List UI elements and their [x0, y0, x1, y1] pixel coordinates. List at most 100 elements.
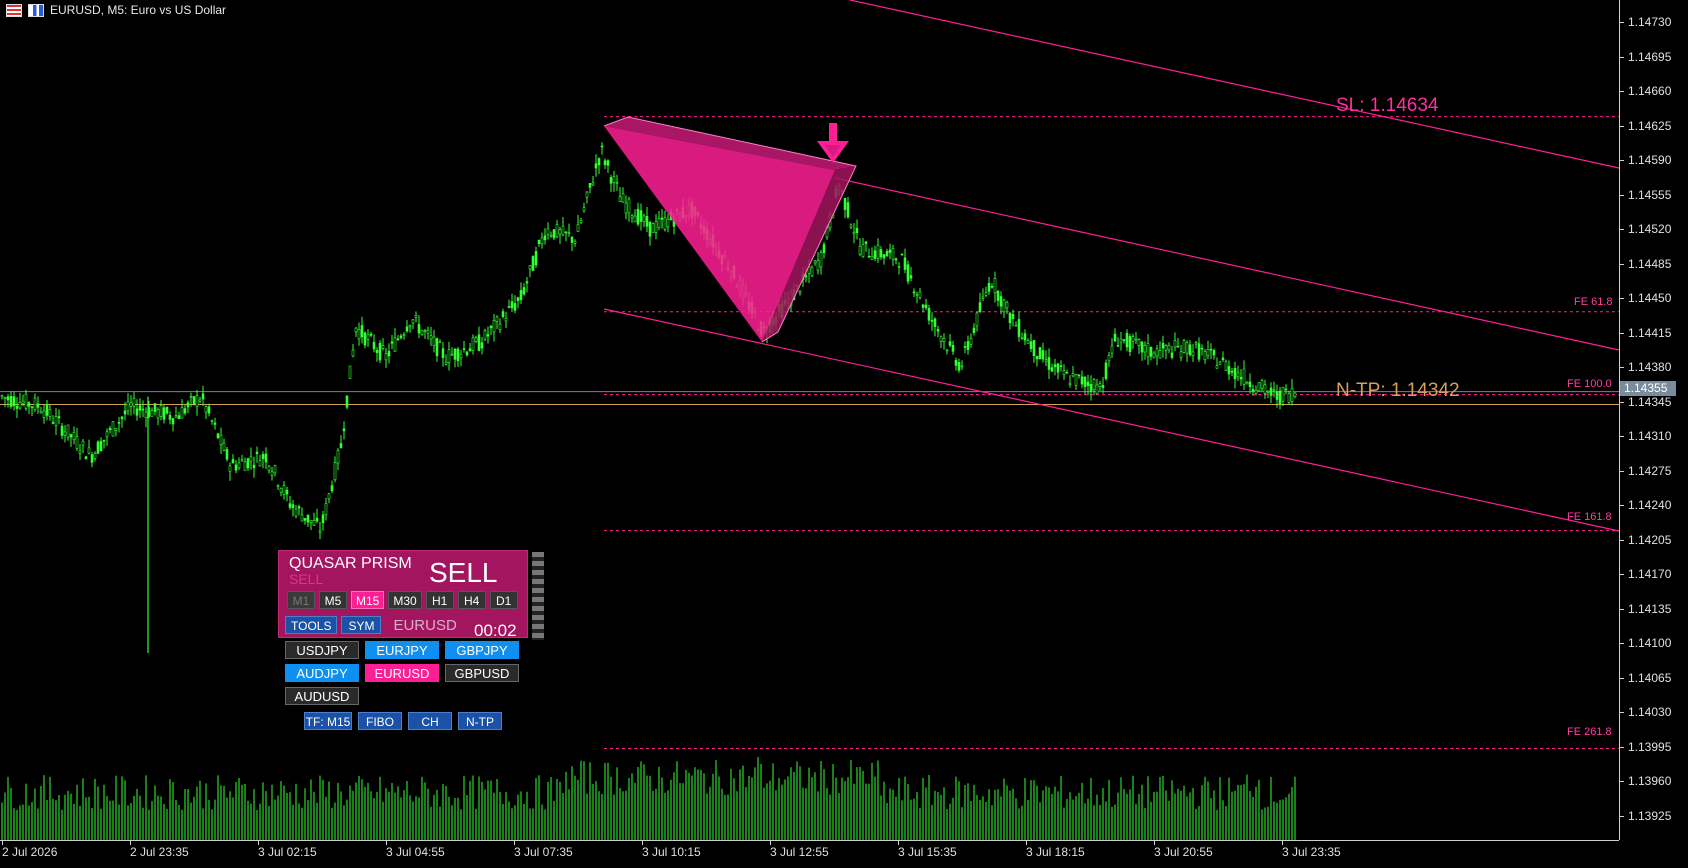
- candle-body: [96, 441, 100, 454]
- candle-body: [879, 249, 883, 258]
- price-label: 1.14030: [1628, 705, 1672, 719]
- time-axis[interactable]: [0, 840, 1619, 841]
- symbol-button-eurusd[interactable]: EURUSD: [365, 664, 439, 682]
- candle-body: [429, 335, 433, 340]
- candle-body: [105, 431, 109, 438]
- time-label: 3 Jul 23:35: [1282, 845, 1341, 859]
- chart-window-icon[interactable]: [28, 3, 44, 17]
- candle-body: [354, 327, 358, 333]
- price-tick: [1619, 91, 1624, 92]
- price-label: 1.14135: [1628, 601, 1672, 616]
- candle-body: [615, 182, 619, 184]
- candle-body: [111, 421, 115, 437]
- candle-body: [999, 296, 1003, 307]
- candle-body: [495, 316, 499, 322]
- price-label: 1.14275: [1628, 463, 1672, 478]
- time-label: 2 Jul 2026: [2, 845, 58, 859]
- candle-body: [900, 253, 904, 256]
- candle-body: [501, 311, 505, 318]
- candle-body: [1290, 387, 1294, 402]
- candle-body: [243, 461, 247, 471]
- candle-body: [1206, 348, 1210, 356]
- candle-body: [1281, 387, 1285, 402]
- candle-body: [621, 193, 625, 203]
- candle-body: [456, 348, 460, 362]
- candle-body: [342, 428, 346, 432]
- candle-body: [270, 471, 274, 476]
- candle-body: [156, 409, 160, 419]
- candle-body: [1176, 345, 1180, 348]
- panel-signal: SELL: [429, 557, 498, 588]
- candle-body: [294, 508, 298, 517]
- candle-body: [1221, 357, 1225, 360]
- candle-body: [6, 396, 10, 401]
- candle-body: [66, 424, 70, 438]
- candle-body: [531, 256, 535, 271]
- candle-body: [216, 433, 220, 439]
- candle-body: [612, 176, 616, 183]
- tool-button-n-tp[interactable]: N-TP: [458, 712, 502, 730]
- symbol-button-audusd[interactable]: AUDUSD: [285, 687, 359, 705]
- candle-body: [858, 245, 862, 255]
- candle-body: [1227, 366, 1231, 375]
- candle-body: [84, 456, 88, 460]
- tool-button-tf-m15[interactable]: TF: M15: [304, 712, 352, 730]
- timeframe-button-m15[interactable]: M15: [351, 591, 385, 609]
- candle-body: [27, 402, 31, 407]
- candle-body: [1260, 379, 1264, 389]
- price-label: 1.14485: [1628, 256, 1672, 271]
- candle-body: [561, 225, 565, 236]
- candle-body: [537, 240, 541, 245]
- candle-body: [1044, 359, 1048, 362]
- candle-body: [369, 333, 373, 336]
- symbol-button-gbpjpy[interactable]: GBPJPY: [445, 641, 519, 659]
- symbol-button-audjpy[interactable]: AUDJPY: [285, 664, 359, 682]
- candle-body: [567, 232, 571, 234]
- candle-body: [489, 325, 493, 329]
- candle-body: [201, 393, 205, 400]
- candle-body: [924, 304, 928, 309]
- candle-body: [426, 329, 430, 334]
- price-label: 1.13995: [1628, 739, 1672, 754]
- candle-body: [30, 406, 34, 409]
- candle-body: [207, 406, 211, 414]
- candle-body: [54, 416, 58, 426]
- timeframe-button-m1[interactable]: M1: [287, 591, 315, 609]
- candle-body: [519, 290, 523, 301]
- candle-body: [516, 297, 520, 301]
- timeframe-button-h4[interactable]: H4: [457, 591, 486, 609]
- candle-body: [1248, 381, 1252, 388]
- tools-button[interactable]: TOOLS: [285, 616, 338, 634]
- candle-body: [390, 341, 394, 344]
- volume-bars: [1, 757, 1296, 840]
- timeframe-button-m5[interactable]: M5: [319, 591, 347, 609]
- time-label: 3 Jul 20:55: [1154, 845, 1213, 859]
- candle-body: [183, 408, 187, 414]
- symbol-button-eurjpy[interactable]: EURJPY: [365, 641, 439, 659]
- candle-body: [360, 325, 364, 338]
- candle-body: [411, 319, 415, 324]
- timeframe-button-h1[interactable]: H1: [425, 591, 454, 609]
- candle-body: [1155, 348, 1159, 357]
- candle-body: [102, 439, 106, 442]
- candle-body: [483, 330, 487, 340]
- timeframe-button-m30[interactable]: M30: [388, 591, 422, 609]
- candle-body: [48, 408, 52, 417]
- tool-button-ch[interactable]: CH: [408, 712, 452, 730]
- panel-scroll-handle[interactable]: [532, 552, 544, 640]
- candle-body: [180, 407, 184, 419]
- list-icon[interactable]: [6, 3, 22, 17]
- candle-body: [1182, 340, 1186, 353]
- candle-body: [447, 349, 451, 363]
- timeframe-button-d1[interactable]: D1: [489, 591, 518, 609]
- candle-body: [1017, 319, 1021, 337]
- tool-button-fibo[interactable]: FIBO: [358, 712, 402, 730]
- symbol-button-gbpusd[interactable]: GBPUSD: [445, 664, 519, 682]
- symbol-button-usdjpy[interactable]: USDJPY: [285, 641, 359, 659]
- price-label: 1.14065: [1628, 670, 1672, 685]
- price-tick: [1619, 401, 1624, 403]
- sym-button[interactable]: SYM: [341, 616, 382, 634]
- candle-body: [885, 251, 889, 257]
- candle-body: [1149, 346, 1153, 357]
- candle-body: [1092, 379, 1096, 390]
